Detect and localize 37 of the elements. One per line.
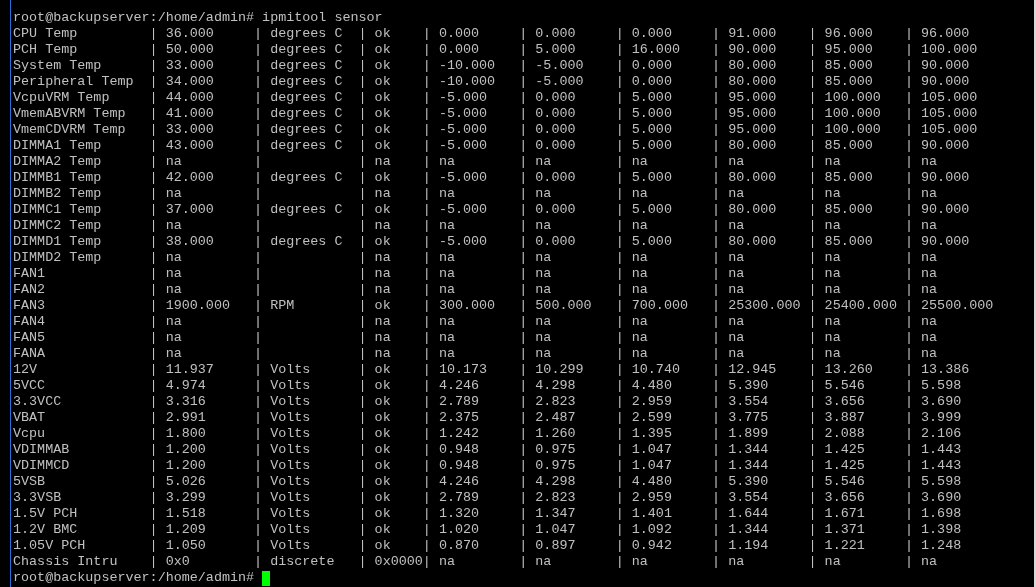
terminal-line: VDIMMAB | 1.200 | Volts | ok | 0.948 | 0.975 | 1.047 | 1.344 | 1.425 | 1.443 [13,442,963,458]
terminal-line: 3.3VCC | 3.316 | Volts | ok | 2.789 | 2.823 | 2.959 | 3.554 | 3.656 | 3.690 [13,394,963,410]
terminal-line: DIMMB2 Temp | na | | na | na | na | na | na | na | na [13,186,939,202]
terminal-line: FAN4 | na | | na | na | na | na | na | na | na [13,314,939,330]
terminal-line: 1.5V PCH | 1.518 | Volts | ok | 1.320 | 1.347 | 1.401 | 1.644 | 1.671 | 1.698 [13,506,963,522]
terminal-line: FAN3 | 1900.000 | RPM | ok | 300.000 | 500.000 | 700.000 | 25300.000 | 25400.000 | 25500.000 [13,298,995,314]
terminal-cursor [262,570,271,586]
terminal-line: VBAT | 2.991 | Volts | ok | 2.375 | 2.487 | 2.599 | 3.775 | 3.887 | 3.999 [13,410,963,426]
terminal-line: System Temp | 33.000 | degrees C | ok | -10.000 | -5.000 | 0.000 | 80.000 | 85.000 | 90.000 [13,58,971,74]
terminal-line: DIMMC1 Temp | 37.000 | degrees C | ok | -5.000 | 0.000 | 5.000 | 80.000 | 85.000 | 90.000 [13,202,971,218]
terminal-line: 5VSB | 5.026 | Volts | ok | 4.246 | 4.298 | 4.480 | 5.390 | 5.546 | 5.598 [13,474,963,490]
terminal-line: Vcpu | 1.800 | Volts | ok | 1.242 | 1.260 | 1.395 | 1.899 | 2.088 | 2.106 [13,426,963,442]
terminal-line: 12V | 11.937 | Volts | ok | 10.173 | 10.299 | 10.740 | 12.945 | 13.260 | 13.386 [13,362,971,378]
terminal-prompt: root@backupserver:/home/admin# [13,570,255,586]
terminal-line: DIMMC2 Temp | na | | na | na | na | na | na | na | na [13,218,939,234]
terminal-line: DIMMA1 Temp | 43.000 | degrees C | ok | -5.000 | 0.000 | 5.000 | 80.000 | 85.000 | 90.000 [13,138,971,154]
terminal-line: 1.05V PCH | 1.050 | Volts | ok | 0.870 | 0.897 | 0.942 | 1.194 | 1.221 | 1.248 [13,538,963,554]
terminal-line: FAN2 | na | | na | na | na | na | na | na | na [13,282,939,298]
terminal-line: VDIMMCD | 1.200 | Volts | ok | 0.948 | 0.975 | 1.047 | 1.344 | 1.425 | 1.443 [13,458,963,474]
terminal-line: 5VCC | 4.974 | Volts | ok | 4.246 | 4.298 | 4.480 | 5.390 | 5.546 | 5.598 [13,378,963,394]
terminal-line: DIMMD2 Temp | na | | na | na | na | na | na | na | na [13,250,939,266]
terminal-line: FAN5 | na | | na | na | na | na | na | na | na [13,330,939,346]
terminal-line: VmemCDVRM Temp | 33.000 | degrees C | ok | -5.000 | 0.000 | 5.000 | 95.000 | 100.000 | 105.000 [13,122,979,138]
terminal-line: VcpuVRM Temp | 44.000 | degrees C | ok | -5.000 | 0.000 | 5.000 | 95.000 | 100.000 | 105.000 [13,90,979,106]
terminal-line: VmemABVRM Temp | 41.000 | degrees C | ok | -5.000 | 0.000 | 5.000 | 95.000 | 100.000 | 105.000 [13,106,979,122]
terminal-line: PCH Temp | 50.000 | degrees C | ok | 0.000 | 5.000 | 16.000 | 90.000 | 95.000 | 100.000 [13,42,979,58]
terminal-line: DIMMD1 Temp | 38.000 | degrees C | ok | -5.000 | 0.000 | 5.000 | 80.000 | 85.000 | 90.000 [13,234,971,250]
terminal-line: CPU Temp | 36.000 | degrees C | ok | 0.000 | 0.000 | 0.000 | 91.000 | 96.000 | 96.000 [13,26,971,42]
terminal-line: DIMMA2 Temp | na | | na | na | na | na | na | na | na [13,154,939,170]
terminal-line: root@backupserver:/home/admin# ipmitool sensor [13,10,384,26]
terminal-line: 3.3VSB | 3.299 | Volts | ok | 2.789 | 2.823 | 2.959 | 3.554 | 3.656 | 3.690 [13,490,963,506]
terminal-line: FAN1 | na | | na | na | na | na | na | na | na [13,266,939,282]
terminal-line: Chassis Intru | 0x0 | discrete | 0x0000| na | na | na | na | na | na [13,554,939,570]
terminal-line: 1.2V BMC | 1.209 | Volts | ok | 1.020 | 1.047 | 1.092 | 1.344 | 1.371 | 1.398 [13,522,963,538]
terminal-line: FANA | na | | na | na | na | na | na | na | na [13,346,939,362]
terminal-line: Peripheral Temp | 34.000 | degrees C | ok | -10.000 | -5.000 | 0.000 | 80.000 | 85.000 | 90.000 [13,74,971,90]
terminal-line: DIMMB1 Temp | 42.000 | degrees C | ok | -5.000 | 0.000 | 5.000 | 80.000 | 85.000 | 90.000 [13,170,971,186]
